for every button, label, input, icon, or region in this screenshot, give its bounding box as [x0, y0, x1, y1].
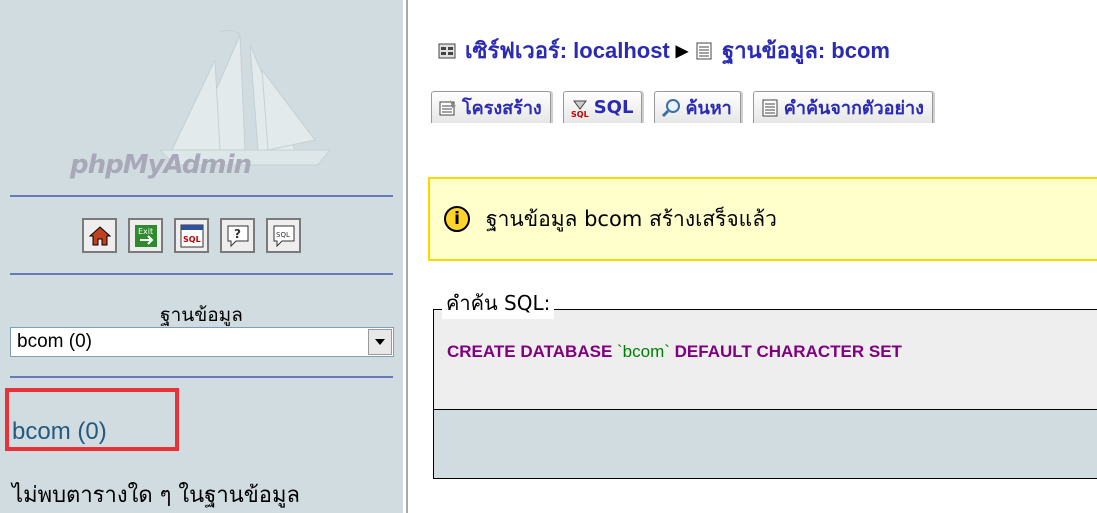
highlight-annotation	[5, 388, 179, 451]
breadcrumb-server[interactable]: เซิร์ฟเวอร์: localhost	[465, 33, 670, 68]
tab-structure[interactable]: โครงสร้าง	[431, 91, 551, 123]
tab-structure-label: โครงสร้าง	[462, 98, 542, 119]
sql-query-icon[interactable]: SQL	[174, 218, 209, 253]
divider	[10, 376, 393, 378]
divider	[10, 273, 393, 275]
success-notice: i ฐานข้อมูล bcom สร้างเสร็จแล้ว	[428, 177, 1097, 261]
sql-query-text: CREATE DATABASE `bcom` DEFAULT CHARACTER…	[447, 342, 902, 362]
server-icon	[438, 43, 456, 58]
database-label: ฐานข้อมูล	[160, 304, 243, 326]
sql-panel-legend: คำค้น SQL:	[442, 287, 555, 319]
tab-bar: โครงสร้าง SQL SQL ค้นหา คำค้นจากตัวอย่าง	[431, 91, 933, 123]
chevron-down-icon[interactable]	[368, 329, 392, 355]
svg-text:SQL: SQL	[183, 235, 201, 244]
svg-text:?: ?	[234, 227, 241, 241]
no-tables-message: ไม่พบตารางใด ๆ ในฐานข้อมูล	[12, 483, 300, 508]
structure-icon	[439, 99, 456, 115]
database-select-value: bcom (0)	[17, 331, 92, 352]
tab-query-by-example-label: คำค้นจากตัวอย่าง	[783, 98, 924, 119]
home-icon[interactable]	[82, 218, 117, 253]
svg-text:SQL: SQL	[571, 110, 589, 118]
logo-text: phpMyAdmin	[70, 150, 252, 180]
breadcrumb: เซิร์ฟเวอร์: localhost ▶ ฐานข้อมูล: bcom	[437, 33, 890, 68]
database-select[interactable]: bcom (0)	[10, 327, 394, 357]
sidebar-toolbar: Exit SQL ? SQL	[82, 218, 301, 254]
tab-sql[interactable]: SQL SQL	[562, 91, 643, 123]
sql-keyword-suffix: DEFAULT CHARACTER SET	[669, 342, 902, 361]
sql-database-name: `bcom`	[617, 342, 670, 361]
help-icon[interactable]: ?	[220, 218, 255, 253]
tab-search[interactable]: ค้นหา	[654, 91, 741, 123]
tab-query-by-example[interactable]: คำค้นจากตัวอย่าง	[752, 91, 933, 123]
sql-docs-icon[interactable]: SQL	[266, 218, 301, 253]
breadcrumb-database[interactable]: ฐานข้อมูล: bcom	[722, 33, 890, 68]
logo[interactable]: phpMyAdmin	[0, 0, 403, 190]
info-icon: i	[444, 206, 470, 232]
navigation-frame: phpMyAdmin Exit SQL ? SQL ฐานข้อมูล bcom…	[0, 0, 403, 513]
tab-search-label: ค้นหา	[685, 98, 732, 119]
database-icon	[696, 42, 712, 59]
svg-text:Exit: Exit	[138, 227, 153, 236]
sql-keyword: CREATE DATABASE	[447, 342, 617, 361]
breadcrumb-separator: ▶	[675, 42, 689, 60]
divider	[10, 195, 393, 197]
notice-text: ฐานข้อมูล bcom สร้างเสร็จแล้ว	[486, 206, 777, 231]
frame-splitter[interactable]	[403, 0, 412, 513]
sql-panel-footer	[433, 409, 1097, 479]
exit-icon[interactable]: Exit	[128, 218, 163, 253]
query-by-example-icon	[762, 99, 778, 116]
tab-sql-label: SQL	[593, 97, 634, 118]
phpmyadmin-window: phpMyAdmin Exit SQL ? SQL ฐานข้อมูล bcom…	[0, 0, 1097, 513]
svg-text:SQL: SQL	[276, 231, 290, 239]
search-icon	[662, 98, 681, 117]
sql-icon: SQL	[571, 100, 589, 118]
